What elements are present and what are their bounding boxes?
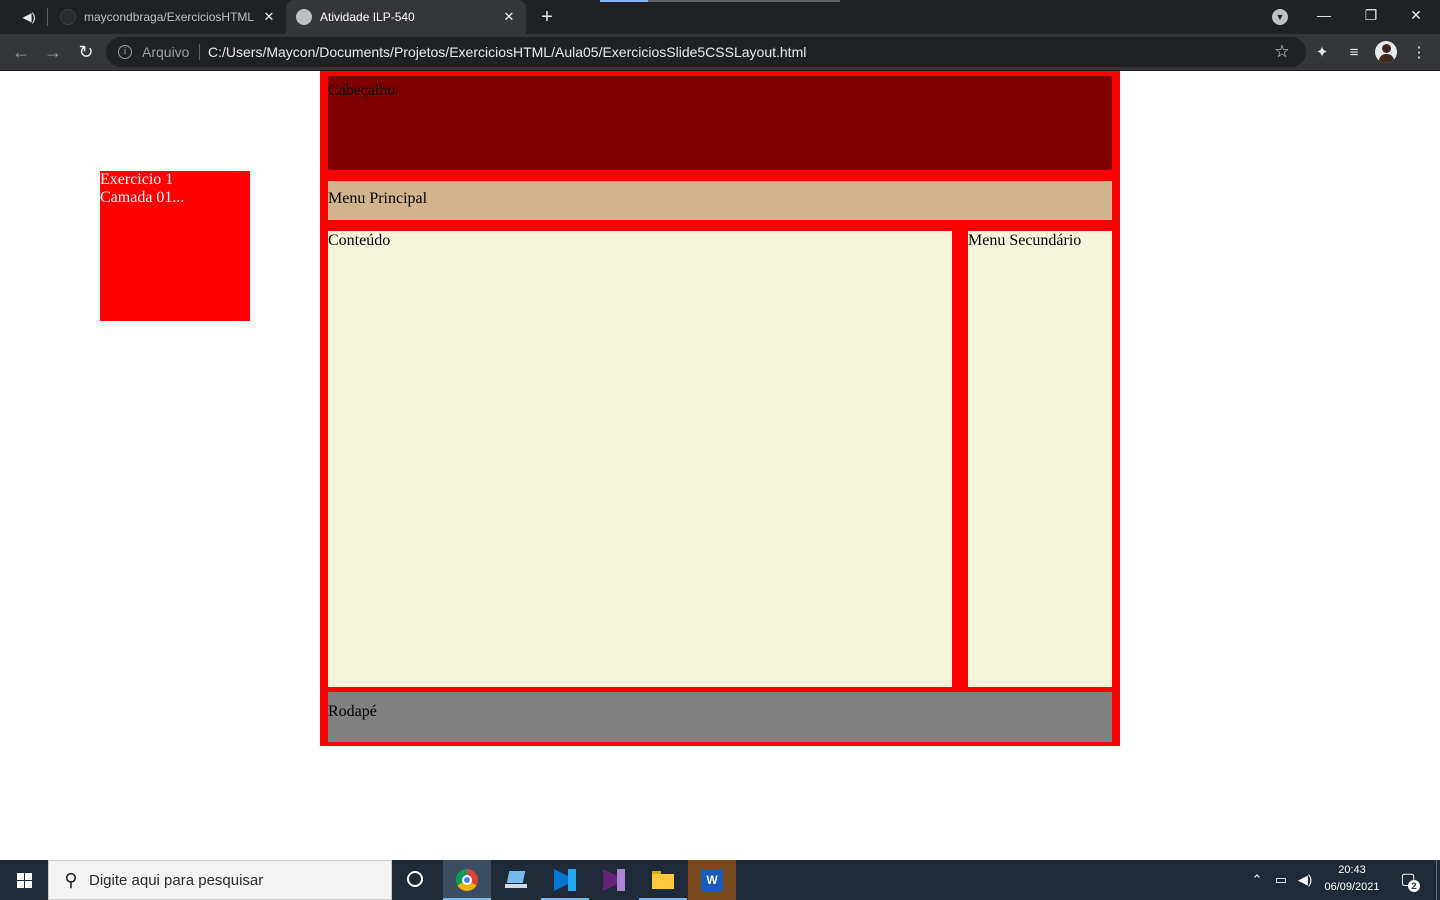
notification-count-badge: 2 [1408,880,1420,892]
exercicio-floating-box: Exercicio 1 Camada 01... [100,171,250,321]
bookmark-star-icon[interactable]: ☆ [1272,42,1292,62]
media-control-icon[interactable]: ≡ [1343,42,1365,64]
secondary-menu-region: Menu Secundário [968,231,1112,687]
content-region: Conteúdo [328,231,952,687]
taskbar-word[interactable]: W [688,860,736,900]
vscode-icon [554,869,576,891]
clock-date: 06/09/2021 [1324,881,1380,893]
tray-chevron-up-icon[interactable]: ⌃ [1248,870,1266,890]
taskbar-file-explorer[interactable] [639,860,687,900]
security-label: Arquivo [142,44,190,60]
omnibox-separator [199,44,200,60]
file-explorer-icon [652,869,674,891]
chrome-icon [456,869,478,891]
chrome-menu-icon[interactable]: ⋮ [1408,42,1430,64]
forward-arrow-icon[interactable]: → [42,41,64,63]
taskbar-vscode[interactable] [541,860,589,900]
browser-tabstrip: ◀) maycondbraga/ExerciciosHTML: E ✕ Ativ… [0,0,1440,34]
info-icon[interactable]: i [118,45,132,59]
taskbar-visual-studio[interactable] [590,860,638,900]
profile-avatar[interactable] [1375,41,1397,63]
tab-progress-bar [600,0,840,2]
taskbar-chrome[interactable] [443,860,491,900]
tab-title: maycondbraga/ExerciciosHTML: E [84,10,254,24]
windows-logo-icon [17,873,32,888]
taskbar-clock[interactable]: 20:43 06/09/2021 [1316,862,1388,898]
laptop-icon [505,869,527,891]
floating-box-line-2: Camada 01... [100,189,185,206]
extensions-puzzle-icon[interactable]: ✦ [1311,42,1333,64]
header-region: Cabeçalho [328,76,1112,170]
close-tab-icon[interactable]: ✕ [500,8,518,26]
back-arrow-icon[interactable]: ← [10,41,32,63]
minimize-button[interactable]: — [1308,4,1340,26]
close-tab-icon[interactable]: ✕ [260,8,278,26]
floating-box-line-1: Exercicio 1 [100,171,174,188]
taskbar-laptop-app[interactable] [492,860,540,900]
address-bar[interactable]: i Arquivo C:/Users/Maycon/Documents/Proj… [106,37,1306,67]
globe-favicon-icon [296,9,312,25]
tab-separator [47,8,48,26]
tab-search-icon[interactable]: ▼ [1272,9,1288,25]
word-icon: W [701,869,723,891]
volume-icon[interactable]: ◀) [1296,870,1314,890]
reload-icon[interactable]: ↻ [75,41,97,63]
tab-atividade[interactable]: Atividade ILP-540 ✕ [286,0,526,34]
search-icon: ⚲ [64,870,78,890]
start-button[interactable] [0,860,48,900]
windows-taskbar: ⚲ Digite aqui para pesquisar W ⌃ ▭ ◀) 20… [0,860,1440,900]
tab-title: Atividade ILP-540 [320,10,415,24]
tab-audio-icon[interactable]: ◀) [18,8,40,26]
main-menu-region: Menu Principal [328,181,1112,220]
visual-studio-icon [603,869,625,891]
layout-container: Cabeçalho Menu Principal Conteúdo Menu S… [320,71,1120,746]
show-desktop-button[interactable] [1436,860,1437,900]
close-window-button[interactable]: ✕ [1400,4,1432,26]
cortana-circle-icon [407,871,423,887]
network-icon[interactable]: ▭ [1272,870,1290,890]
url-text[interactable]: C:/Users/Maycon/Documents/Projetos/Exerc… [208,44,806,60]
github-favicon-icon [60,9,76,25]
search-placeholder: Digite aqui para pesquisar [89,872,264,889]
tab-github[interactable]: maycondbraga/ExerciciosHTML: E ✕ [50,0,286,34]
footer-region: Rodapé [328,692,1112,742]
browser-toolbar: ← → ↻ i Arquivo C:/Users/Maycon/Document… [0,34,1440,71]
taskbar-search-box[interactable]: ⚲ Digite aqui para pesquisar [48,860,392,900]
new-tab-button[interactable]: + [536,6,558,28]
restore-button[interactable]: ❐ [1355,4,1387,26]
clock-time: 20:43 [1338,864,1366,876]
